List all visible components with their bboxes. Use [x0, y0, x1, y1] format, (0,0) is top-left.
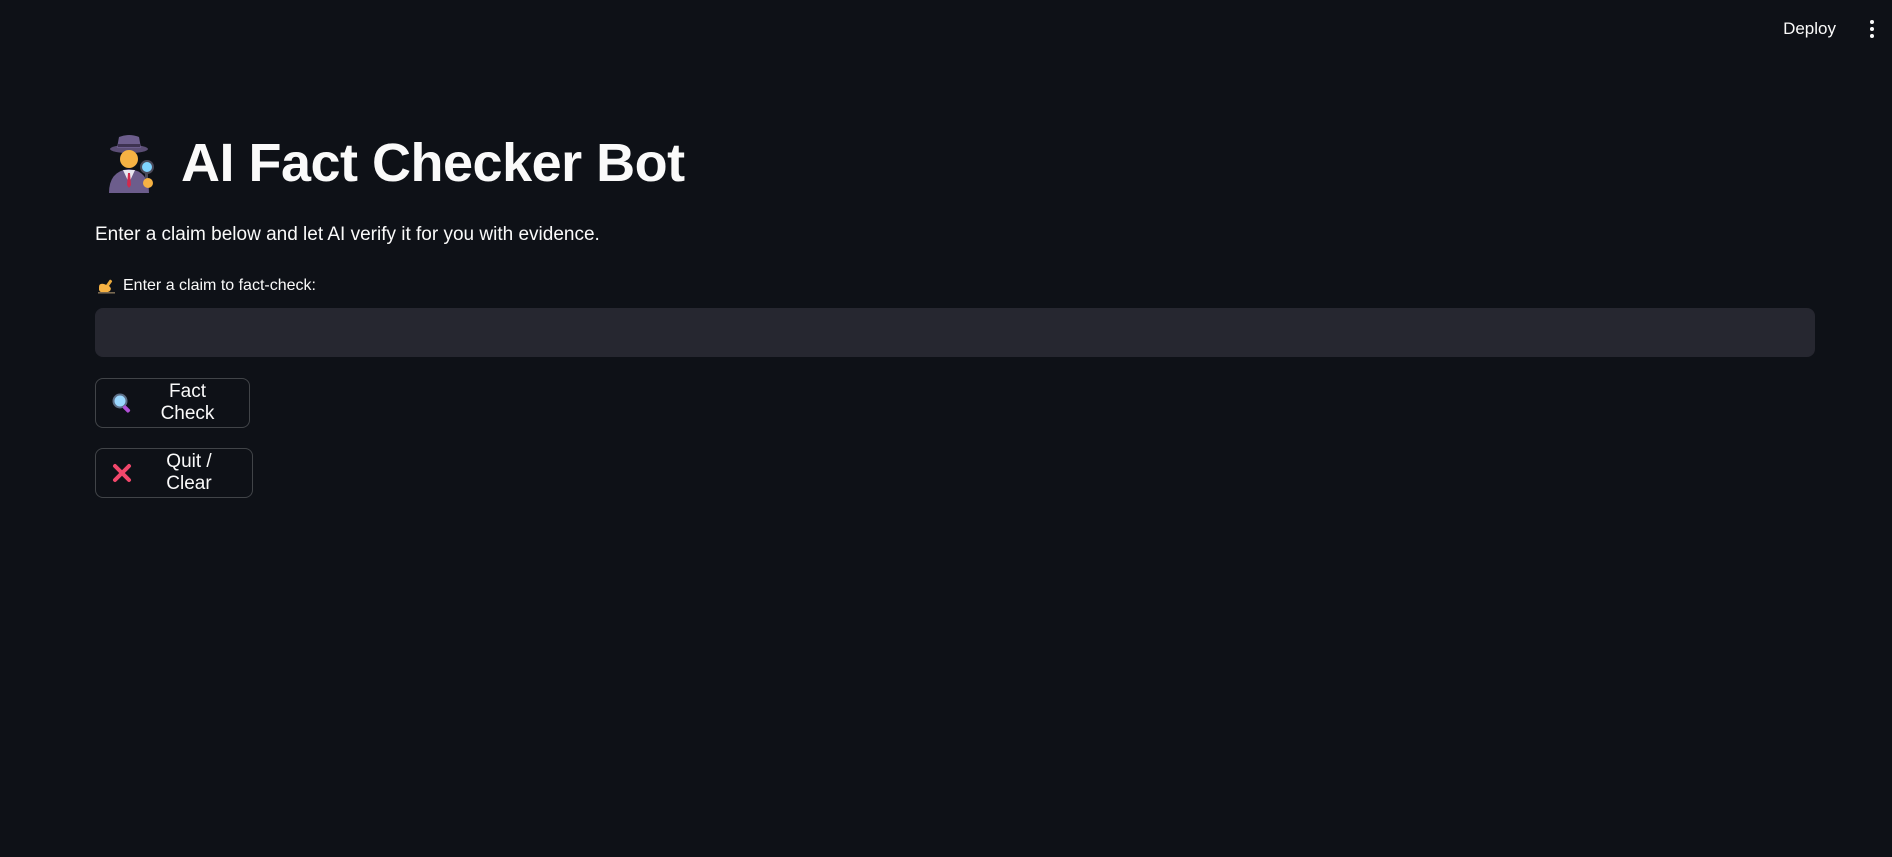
detective-icon	[109, 135, 154, 193]
magnifying-glass-icon	[112, 393, 131, 413]
app-window: Deploy AI Fact Checker Bot Enter a claim…	[0, 0, 1892, 857]
claim-input[interactable]	[95, 308, 1815, 357]
title-row: AI Fact Checker Bot	[103, 132, 685, 194]
page-subtitle: Enter a claim below and let AI verify it…	[95, 224, 600, 245]
cross-mark-icon	[113, 464, 131, 482]
claim-field-label-text: Enter a claim to fact-check:	[123, 277, 316, 294]
quit-clear-button[interactable]: Quit / Clear	[95, 448, 253, 498]
header-toolbar: Deploy	[0, 0, 1892, 58]
page-title: AI Fact Checker Bot	[181, 133, 685, 193]
fact-check-label: Fact Check	[160, 381, 215, 424]
claim-field-label: Enter a claim to fact-check:	[97, 277, 316, 295]
vertical-dots-icon	[1870, 20, 1874, 24]
deploy-button[interactable]: Deploy	[1771, 14, 1848, 44]
quit-clear-label: Quit / Clear	[166, 451, 212, 494]
main-menu-button[interactable]	[1860, 14, 1884, 44]
fact-check-button[interactable]: Fact Check	[95, 378, 250, 428]
writing-hand-icon	[98, 279, 115, 294]
